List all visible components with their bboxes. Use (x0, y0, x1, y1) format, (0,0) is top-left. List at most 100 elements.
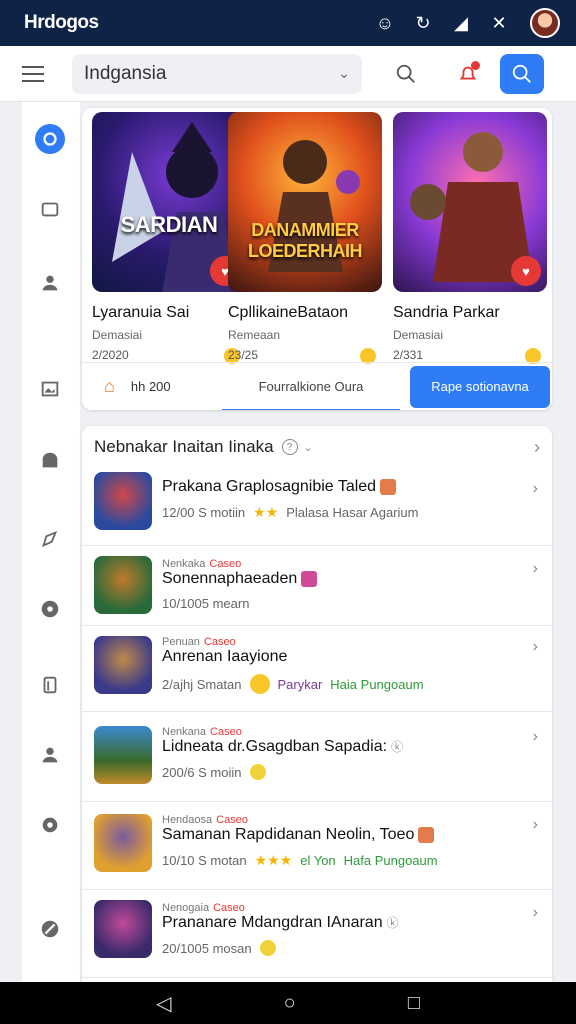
recents-icon[interactable]: □ (408, 992, 420, 1015)
search-icon (512, 64, 531, 83)
help-icon[interactable]: ? (281, 439, 298, 455)
game-thumbnail (94, 726, 152, 784)
back-icon[interactable]: ◁ (156, 991, 171, 1016)
info-icon: ⓚ (386, 916, 399, 930)
list-item[interactable]: Nenogaia Caseo Prananare Mdangdran IAnara… (82, 890, 552, 978)
avatar[interactable] (530, 8, 560, 38)
game-tag: Caseo (210, 726, 242, 738)
game-name: Prananare Mdangdran IAnaran (162, 914, 383, 931)
search-input-value: Indgansia (84, 62, 167, 84)
signal-icon: ◢ (454, 12, 468, 33)
rail-store-icon[interactable] (35, 446, 65, 476)
rail-profile-icon[interactable] (35, 268, 65, 298)
game-meta: 10/10 S motan (162, 853, 247, 868)
game-kicker: Hendaosa (162, 814, 213, 826)
game-thumbnail (94, 636, 152, 694)
thumbs-up-icon (249, 764, 266, 780)
featured-action-bar: ⌂ hh 200 Fourralkione Oura Rape sotionav… (82, 362, 552, 410)
game-name: Sandria Parkar (393, 304, 500, 321)
top-bar: Indgansia ⌄ (0, 46, 576, 102)
rail-record-icon[interactable] (35, 594, 65, 624)
game-name: CpllikaineBataon (228, 304, 349, 321)
game-name: Samanan Rapdidanan Neolin, Toeo (162, 826, 415, 843)
game-publisher: Remeaan (228, 328, 281, 342)
game-kicker: Penuan (162, 636, 200, 648)
list-item[interactable]: Prakana Graplosagnibie Taled 12/00 S mot… (82, 468, 552, 546)
game-kicker: Nenkaka (162, 558, 206, 570)
rail-library-icon[interactable] (35, 194, 65, 224)
game-meta: 200/6 S moiin (162, 764, 242, 780)
tab-featured[interactable]: Fourralkione Oura (222, 363, 400, 410)
coin-icon (249, 674, 270, 694)
menu-icon[interactable] (22, 60, 50, 88)
featured-game-card[interactable]: SARDIAN ♥ Lyaranuia Sai Demasiai 2/2020 (92, 112, 246, 364)
game-meta: 10/1005 mearn (162, 596, 250, 611)
tag-icon (301, 570, 318, 587)
rail-edit-icon[interactable] (35, 524, 65, 554)
featured-stat-label: hh 200 (130, 379, 171, 394)
featured-stat[interactable]: ⌂ hh 200 (82, 376, 222, 397)
game-meta: 20/1005 mosan (162, 940, 252, 956)
notification-dot (471, 60, 480, 70)
tools-icon: ✕ (491, 12, 507, 33)
game-meta: 2/ajhj Smatan (162, 676, 242, 692)
game-kicker: Nenkana (162, 726, 207, 738)
featured-games: SARDIAN ♥ Lyaranuia Sai Demasiai 2/2020 … (82, 108, 552, 410)
game-thumbnail (94, 814, 152, 872)
primary-action-button[interactable]: Rape sotionavna (410, 365, 550, 408)
thumbs-up-icon (259, 940, 276, 956)
search-input[interactable]: Indgansia ⌄ (72, 53, 362, 94)
game-name: Prakana Graplosagnibie Taled (162, 478, 377, 495)
app-title: Hrdogos (24, 12, 99, 33)
list-title: Nebnakar Inaitan Iinaka (94, 437, 274, 456)
chevron-right-icon[interactable]: › (533, 728, 538, 746)
game-thumbnail (94, 900, 152, 958)
game-cover-image: ♥ (393, 112, 547, 292)
rail-gallery-icon[interactable] (35, 374, 65, 404)
search-button[interactable] (500, 53, 544, 94)
list-item[interactable]: Penuan Caseo Anrenan Iaayione 2/ajhj Smat… (82, 626, 552, 712)
game-cover-title: DANAMMIER LOEDERHAIH (247, 220, 363, 261)
heart-icon[interactable]: ♥ (511, 256, 541, 286)
game-extra: Hafa Pungoaum (343, 853, 438, 868)
chevron-down-icon[interactable]: ⌄ (338, 65, 350, 82)
list-item[interactable]: Hendaosa Caseo Samanan Rapdidanan Neolin,… (82, 802, 552, 890)
rail-trophy-icon[interactable] (35, 670, 65, 700)
game-extra: Haia Pungoaum (330, 676, 424, 692)
system-nav-bar: ◁ ○ □ (0, 982, 576, 1024)
game-kicker: Nenogaia (162, 902, 210, 914)
game-meta: 12/00 S motiin (162, 505, 246, 520)
game-list-panel: Nebnakar Inaitan Iinaka ? ⌄ › Prakana Gr… (82, 426, 552, 986)
status-bar: Hrdogos ☺ ↻ ◢ ✕ (0, 0, 576, 46)
game-tag: Caseo (209, 558, 242, 570)
chevron-right-icon[interactable]: › (533, 560, 538, 578)
chevron-down-icon[interactable]: ⌄ (304, 441, 313, 454)
chevron-right-icon[interactable]: › (534, 437, 540, 458)
list-item[interactable]: Nenkana Caseo Lidneata dr.Gsagdban Sapadi… (82, 712, 552, 802)
rail-tools-icon[interactable] (35, 914, 65, 944)
list-item[interactable]: Nenkaka Caseo Sonennaphaeaden 10/1005 mea… (82, 546, 552, 626)
game-extra-prefix: Parykar (277, 676, 323, 692)
game-thumbnail (94, 472, 152, 530)
list-header: Nebnakar Inaitan Iinaka ? ⌄ › (82, 426, 552, 468)
game-name: Lyaranuia Sai (92, 304, 190, 321)
search-icon[interactable] (388, 56, 424, 92)
chevron-right-icon[interactable]: › (533, 638, 538, 656)
featured-game-card[interactable]: DANAMMIER LOEDERHAIH CpllikaineBataon Re… (228, 112, 382, 364)
chevron-right-icon[interactable]: › (533, 480, 538, 498)
rail-friends-icon[interactable] (35, 740, 65, 770)
tag-icon (380, 478, 397, 495)
notification-icon[interactable] (450, 56, 486, 92)
rail-home-icon[interactable] (35, 124, 65, 154)
home-icon[interactable]: ○ (284, 992, 296, 1015)
featured-game-card[interactable]: ♥ Sandria Parkar Demasiai 2/331 (393, 112, 547, 364)
rail-settings-icon[interactable] (35, 810, 65, 840)
game-publisher: Demasiai (92, 328, 143, 342)
smiley-icon: ☺ (375, 12, 395, 33)
game-cover-title: SARDIAN (120, 212, 218, 237)
game-tag: Caseo (213, 902, 245, 914)
chevron-right-icon[interactable]: › (533, 816, 538, 834)
chevron-right-icon[interactable]: › (533, 904, 538, 922)
game-publisher: Demasiai (393, 328, 444, 342)
home-icon: ⌂ (104, 376, 115, 396)
